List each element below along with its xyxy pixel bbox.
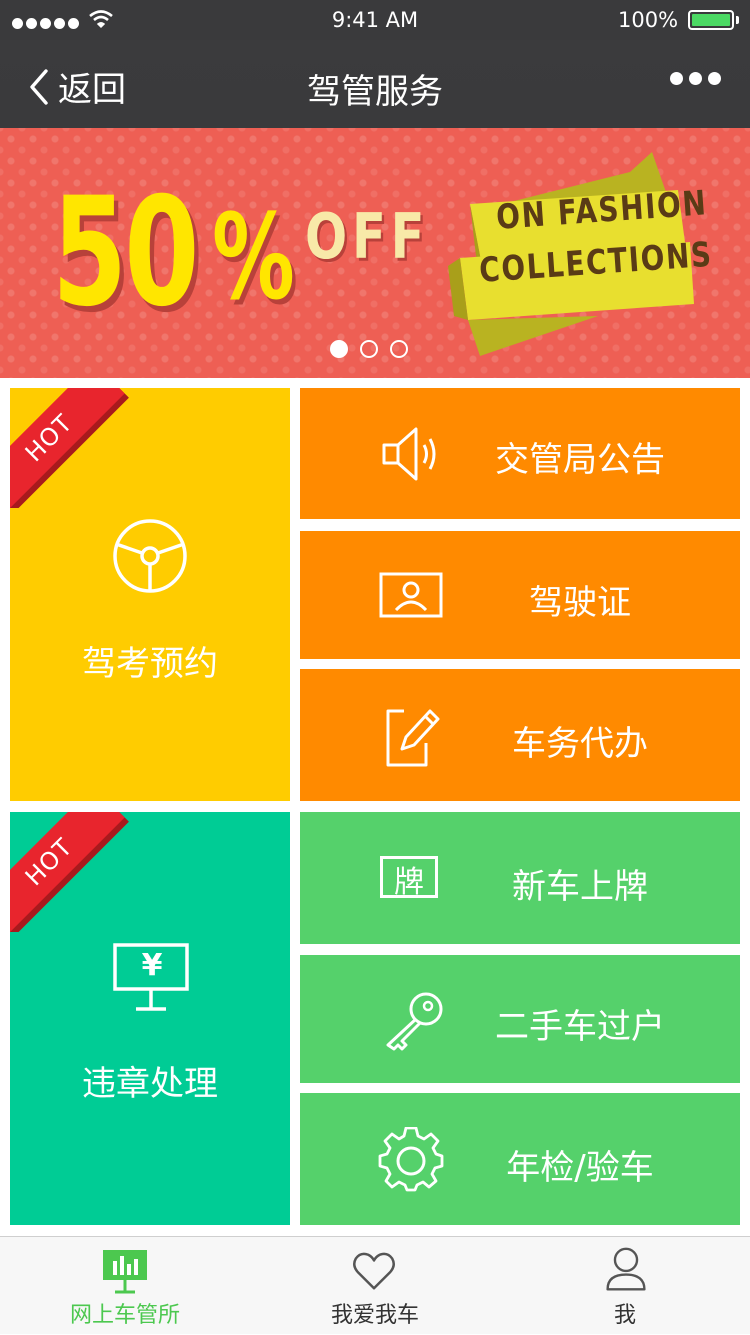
tab-my-car-label: 我爱我车 [330,1303,419,1328]
navigation-bar: 返回 驾管服务 [0,40,750,128]
banner-percent: % [212,188,295,326]
user-icon [606,1247,646,1291]
key-icon [386,992,443,1051]
tile-violation[interactable]: HOT ¥ 违章处理 [10,812,290,1225]
banner-off-text: OFF [305,200,430,273]
gear-icon [378,1127,444,1192]
tab-online-dmv-label: 网上车管所 [69,1303,180,1328]
tile-inspection[interactable]: 年检/验车 [300,1093,740,1225]
dashboard-chart-icon [103,1250,147,1294]
tab-me-label: 我 [613,1303,636,1328]
tile-announcement-label: 交管局公告 [495,440,665,480]
more-icon [670,72,683,85]
tile-violation-label: 违章处理 [82,1064,218,1104]
tile-exam-booking[interactable]: HOT 驾考预约 [10,388,290,801]
tile-transfer-label: 二手车过户 [495,1007,665,1047]
pager-dot-1[interactable] [330,340,348,358]
tab-bar: 网上车管所 我爱我车 我 [0,1236,750,1334]
speaker-icon [382,427,436,481]
tab-me[interactable]: 我 [500,1237,750,1335]
pager-dot-2[interactable] [360,340,378,358]
tile-license-label: 驾驶证 [529,583,631,623]
battery-icon [688,10,734,30]
edit-icon [386,709,440,767]
more-button[interactable] [670,72,721,85]
id-card-icon [379,572,443,618]
hot-badge-2: HOT [10,812,130,932]
battery-nub [736,16,739,24]
page-title: 驾管服务 [307,72,443,112]
tile-agency-label: 车务代办 [512,724,648,764]
tile-license[interactable]: 驾驶证 [300,531,740,659]
tile-new-plate[interactable]: 牌 新车上牌 [300,812,740,944]
tile-new-plate-label: 新车上牌 [512,867,648,907]
status-bar: 9:41 AM 100% [0,0,750,40]
heart-icon [353,1252,395,1290]
pager-dot-3[interactable] [390,340,408,358]
tile-transfer[interactable]: 二手车过户 [300,955,740,1083]
tab-my-car[interactable]: 我爱我车 [250,1237,500,1335]
promo-banner[interactable]: 50 % OFF ON FASHION COLLECTIONS [0,128,750,378]
banner-big-number: 50 [52,166,199,340]
tile-agency[interactable]: 车务代办 [300,669,740,801]
tile-announcement[interactable]: 交管局公告 [300,388,740,519]
banner-pager [330,340,408,358]
hot-badge: HOT [10,388,130,508]
tab-online-dmv[interactable]: 网上车管所 [0,1237,250,1335]
tile-exam-label: 驾考预约 [82,644,218,684]
battery-percent: 100% [618,8,679,32]
yen-symbol: ¥ [141,948,163,983]
plate-char: 牌 [394,865,424,900]
steering-wheel-icon [113,519,187,593]
tile-inspection-label: 年检/验车 [506,1148,654,1188]
